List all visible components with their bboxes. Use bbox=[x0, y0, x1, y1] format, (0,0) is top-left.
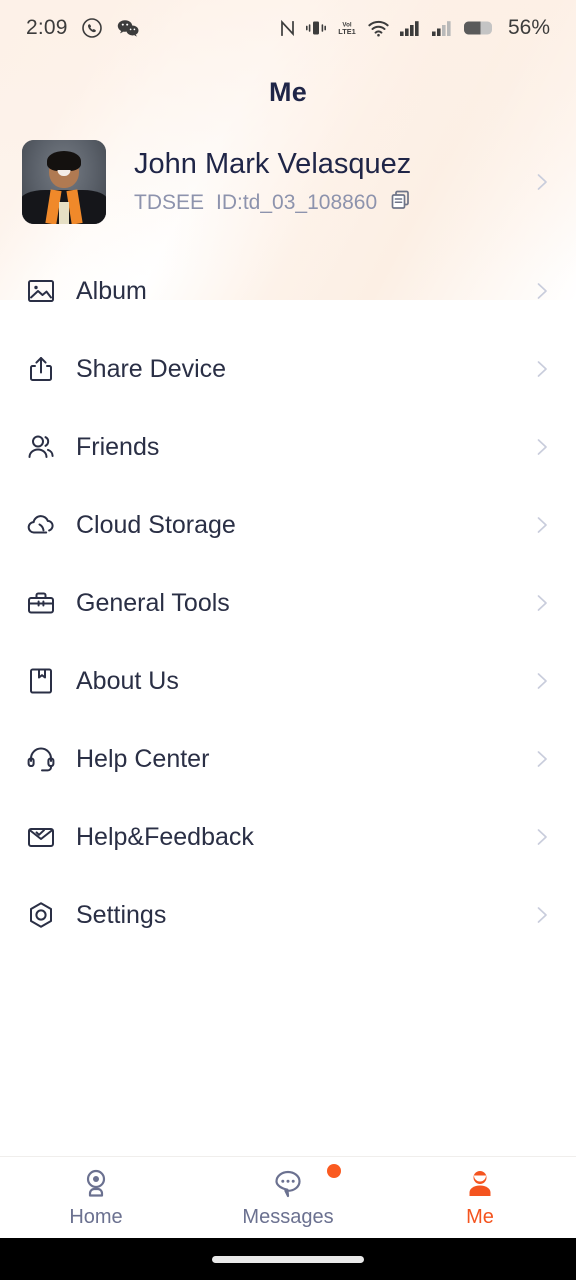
profile-id: ID:td_03_108860 bbox=[216, 190, 378, 214]
chevron-right-icon bbox=[532, 515, 552, 535]
wifi-icon bbox=[367, 18, 390, 38]
chevron-right-icon bbox=[532, 172, 552, 192]
menu-item-label: Help Center bbox=[76, 744, 210, 773]
menu-item-label: Share Device bbox=[76, 354, 227, 383]
menu-item-label: Cloud Storage bbox=[76, 510, 236, 539]
menu-item-label: Friends bbox=[76, 432, 160, 461]
chevron-right-icon bbox=[532, 437, 552, 457]
chevron-right-icon bbox=[532, 905, 552, 925]
menu-item-friends[interactable]: Friends bbox=[0, 408, 576, 486]
gesture-pill[interactable] bbox=[212, 1255, 364, 1263]
chevron-right-icon bbox=[532, 749, 552, 769]
settings-gear-icon bbox=[24, 898, 58, 932]
chevron-right-icon bbox=[532, 593, 552, 613]
menu-item-label: Help&Feedback bbox=[76, 822, 254, 851]
cloud-icon bbox=[24, 508, 58, 542]
bookmark-icon bbox=[24, 664, 58, 698]
headset-icon bbox=[24, 742, 58, 776]
me-screen: 2:09 Vol LTE1 56% Me John Mark Velasquez… bbox=[0, 0, 576, 1280]
vibrate-icon bbox=[305, 18, 327, 38]
volte-icon: Vol LTE1 bbox=[336, 18, 358, 38]
menu-item-settings[interactable]: Settings bbox=[0, 876, 576, 954]
menu-item-album[interactable]: Album bbox=[0, 252, 576, 330]
camera-icon bbox=[79, 1166, 113, 1202]
battery-percent: 56% bbox=[507, 16, 550, 39]
people-icon bbox=[24, 430, 58, 464]
envelope-check-icon bbox=[24, 820, 58, 854]
profile-subtitle: TDSEE ID:td_03_108860 bbox=[134, 188, 532, 217]
menu-item-share-device[interactable]: Share Device bbox=[0, 330, 576, 408]
battery-icon bbox=[463, 19, 495, 37]
menu-list: Album Share Device Friends Cloud Storage… bbox=[0, 252, 576, 954]
toolbox-icon bbox=[24, 586, 58, 620]
menu-item-help-feedback[interactable]: Help&Feedback bbox=[0, 798, 576, 876]
wechat-icon bbox=[116, 18, 140, 38]
chevron-right-icon bbox=[532, 827, 552, 847]
image-icon bbox=[24, 274, 58, 308]
menu-item-cloud-storage[interactable]: Cloud Storage bbox=[0, 486, 576, 564]
status-bar-right: Vol LTE1 56% bbox=[279, 16, 550, 40]
nfc-icon bbox=[279, 18, 296, 38]
tab-label: Home bbox=[69, 1206, 123, 1228]
menu-item-label: About Us bbox=[76, 666, 179, 695]
tab-label: Messages bbox=[242, 1206, 334, 1228]
status-bar: 2:09 Vol LTE1 56% bbox=[0, 0, 576, 56]
profile-text: John Mark Velasquez TDSEE ID:td_03_10886… bbox=[134, 147, 532, 218]
tab-me[interactable]: Me bbox=[384, 1166, 576, 1229]
messages-badge-dot bbox=[327, 1164, 341, 1178]
profile-name: John Mark Velasquez bbox=[134, 147, 412, 180]
header: Me bbox=[0, 56, 576, 128]
viber-icon bbox=[81, 17, 103, 39]
tab-messages[interactable]: Messages bbox=[192, 1164, 384, 1229]
person-icon bbox=[463, 1166, 497, 1202]
menu-item-label: Settings bbox=[76, 900, 167, 929]
status-bar-left: 2:09 bbox=[26, 16, 140, 40]
menu-item-help-center[interactable]: Help Center bbox=[0, 720, 576, 798]
status-time: 2:09 bbox=[26, 16, 68, 39]
profile-brand: TDSEE bbox=[134, 190, 205, 214]
copy-icon[interactable] bbox=[389, 188, 413, 217]
page-title: Me bbox=[268, 76, 308, 107]
profile-row[interactable]: John Mark Velasquez TDSEE ID:td_03_10886… bbox=[0, 128, 576, 242]
signal-2-icon bbox=[431, 18, 454, 38]
gesture-bar-area bbox=[0, 1238, 576, 1280]
menu-item-about-us[interactable]: About Us bbox=[0, 642, 576, 720]
chat-icon bbox=[271, 1164, 341, 1202]
avatar[interactable] bbox=[22, 140, 106, 224]
menu-item-label: General Tools bbox=[76, 588, 230, 617]
menu-item-general-tools[interactable]: General Tools bbox=[0, 564, 576, 642]
share-icon bbox=[24, 352, 58, 386]
svg-text:LTE1: LTE1 bbox=[338, 27, 356, 36]
chevron-right-icon bbox=[532, 281, 552, 301]
tab-home[interactable]: Home bbox=[0, 1166, 192, 1229]
menu-item-label: Album bbox=[76, 276, 147, 305]
signal-icon bbox=[399, 18, 422, 38]
tab-label: Me bbox=[466, 1206, 494, 1228]
chevron-right-icon bbox=[532, 671, 552, 691]
bottom-tab-bar: Home Messages Me bbox=[0, 1156, 576, 1238]
chevron-right-icon bbox=[532, 359, 552, 379]
